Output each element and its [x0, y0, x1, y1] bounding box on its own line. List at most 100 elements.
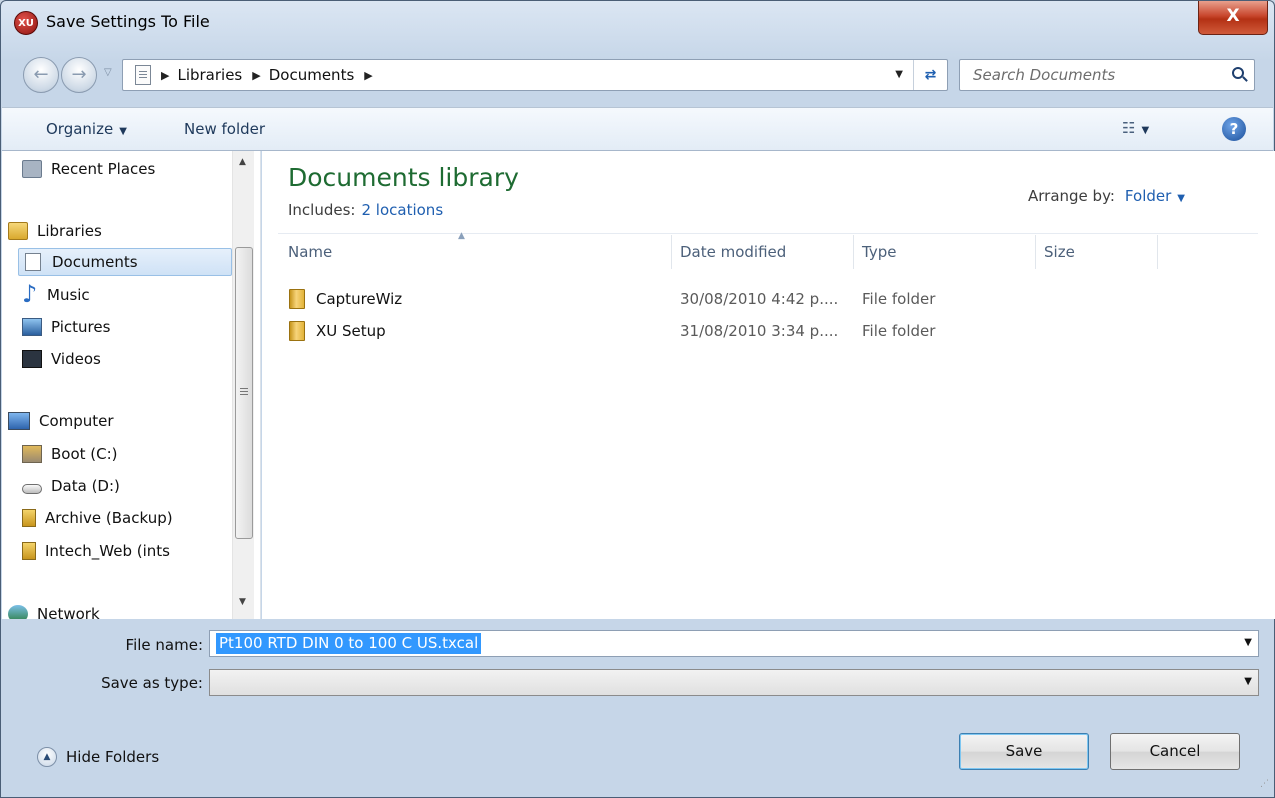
documents-icon [25, 253, 41, 271]
nav-item-data-d[interactable]: Data (D:) [18, 472, 120, 500]
help-icon[interactable]: ? [1222, 117, 1246, 141]
save-dialog-window: XU Save Settings To File X ← → ▽ ▶ Libra… [0, 0, 1275, 798]
recent-locations-chevron-icon[interactable]: ▽ [104, 67, 112, 78]
close-button[interactable]: X [1198, 1, 1268, 35]
address-bar[interactable]: ▶ Libraries ▶ Documents ▶ ▼ ⇄ [122, 59, 948, 91]
nav-item-pictures[interactable]: Pictures [18, 313, 110, 341]
nav-item-label: Libraries [37, 222, 102, 240]
save-as-type-label: Save as type: [101, 674, 203, 692]
nav-item-music[interactable]: Music [18, 280, 90, 309]
nav-item-documents[interactable]: Documents [18, 248, 232, 276]
search-box[interactable] [959, 59, 1255, 91]
title-bar[interactable]: XU Save Settings To File X [1, 1, 1274, 45]
organize-label: Organize [46, 120, 114, 138]
address-row: ← → ▽ ▶ Libraries ▶ Documents ▶ ▼ ⇄ [1, 45, 1274, 107]
chevron-down-icon[interactable]: ▼ [1177, 193, 1185, 204]
file-type: File folder [862, 290, 936, 308]
scroll-up-icon[interactable]: ▲ [239, 157, 246, 167]
folder-icon [289, 321, 305, 341]
file-row[interactable]: CaptureWiz 30/08/2010 4:42 p.... File fo… [280, 285, 980, 313]
documents-icon [135, 65, 151, 85]
nav-item-libraries[interactable]: Libraries [4, 217, 102, 245]
forward-button[interactable]: → [61, 57, 97, 93]
nav-item-videos[interactable]: Videos [18, 345, 101, 373]
nav-item-label: Recent Places [51, 160, 156, 178]
nav-item-boot-c[interactable]: Boot (C:) [18, 440, 118, 468]
scroll-grip-icon [240, 388, 248, 395]
new-folder-button[interactable]: New folder [184, 120, 265, 138]
drive-icon [22, 445, 42, 463]
arrange-by-label: Arrange by: [1028, 187, 1115, 205]
breadcrumb-documents[interactable]: Documents [269, 66, 355, 84]
resize-grip-icon[interactable]: ⋰ [1260, 779, 1269, 789]
cancel-button[interactable]: Cancel [1110, 733, 1240, 770]
chevron-up-icon: ▲ [37, 747, 57, 767]
file-name-input[interactable]: Pt100 RTD DIN 0 to 100 C US.txcal [216, 633, 482, 654]
breadcrumb-separator-icon[interactable]: ▶ [252, 69, 260, 82]
save-button[interactable]: Save [959, 733, 1089, 770]
network-drive-icon [22, 542, 36, 560]
column-header-size[interactable]: Size [1036, 235, 1158, 269]
libraries-icon [8, 222, 28, 240]
breadcrumb-libraries[interactable]: Libraries [177, 66, 242, 84]
nav-item-network[interactable]: Network [4, 600, 100, 619]
hide-folders-button[interactable]: ▲ Hide Folders [37, 747, 159, 767]
nav-item-computer[interactable]: Computer [4, 407, 114, 435]
music-icon [22, 280, 38, 308]
nav-item-label: Network [37, 605, 100, 619]
column-header-name[interactable]: Name [280, 235, 672, 269]
chevron-down-icon: ▼ [1141, 125, 1150, 136]
hide-folders-label: Hide Folders [66, 748, 160, 766]
file-date-modified: 31/08/2010 3:34 p.... [680, 322, 839, 340]
pictures-icon [22, 318, 42, 336]
scrollbar-thumb[interactable] [235, 247, 253, 539]
address-dropdown-icon[interactable]: ▼ [895, 69, 903, 80]
locations-link[interactable]: 2 locations [361, 201, 443, 219]
nav-item-label: Computer [39, 412, 114, 430]
nav-item-archive-backup[interactable]: Archive (Backup) [18, 504, 173, 532]
nav-item-label: Intech_Web (ints [45, 542, 170, 560]
app-logo-icon: XU [14, 11, 38, 35]
videos-icon [22, 350, 42, 368]
computer-icon [8, 412, 30, 430]
change-view-button[interactable]: ☷ ▼ [1122, 119, 1149, 137]
file-row[interactable]: XU Setup 31/08/2010 3:34 p.... File fold… [280, 317, 980, 345]
back-arrow-icon: ← [33, 64, 49, 85]
column-header-date-modified[interactable]: Date modified [672, 235, 854, 269]
search-icon[interactable] [1232, 67, 1244, 79]
nav-item-label: Archive (Backup) [45, 509, 173, 527]
recent-places-icon [22, 160, 42, 178]
file-name: XU Setup [316, 322, 386, 340]
save-as-type-select[interactable]: ▼ [209, 669, 1259, 696]
chevron-down-icon[interactable]: ▼ [1244, 637, 1252, 648]
details-view-icon: ☷ [1122, 119, 1136, 137]
scroll-down-icon[interactable]: ▼ [239, 597, 246, 607]
organize-button[interactable]: Organize ▼ [46, 120, 127, 138]
refresh-icon: ⇄ [924, 67, 937, 83]
nav-item-recent-places[interactable]: Recent Places [18, 155, 155, 183]
library-title: Documents library [288, 163, 519, 192]
refresh-button[interactable]: ⇄ [913, 60, 947, 90]
nav-item-label: Boot (C:) [51, 445, 118, 463]
library-includes: Includes: 2 locations [288, 201, 443, 219]
navigation-scrollbar[interactable]: ▲ ▼ [232, 151, 254, 619]
search-input[interactable] [960, 60, 1220, 90]
chevron-down-icon[interactable]: ▼ [1244, 676, 1252, 687]
file-name-label: File name: [125, 636, 203, 654]
nav-item-label: Data (D:) [51, 477, 120, 495]
arrange-by-dropdown[interactable]: Folder [1125, 187, 1171, 205]
arrange-by: Arrange by: Folder ▼ [1028, 187, 1185, 205]
close-icon: X [1226, 6, 1240, 26]
column-header-type[interactable]: Type [854, 235, 1036, 269]
nav-item-intech-web[interactable]: Intech_Web (ints [18, 537, 170, 565]
drive-icon [22, 484, 42, 494]
breadcrumb-separator-icon[interactable]: ▶ [364, 69, 372, 82]
network-drive-icon [22, 509, 36, 527]
network-icon [8, 605, 28, 619]
breadcrumb-separator-icon[interactable]: ▶ [161, 69, 169, 82]
includes-label: Includes: [288, 201, 356, 219]
forward-arrow-icon: → [71, 64, 87, 85]
nav-item-label: Pictures [51, 318, 111, 336]
back-button[interactable]: ← [23, 57, 59, 93]
file-name-combobox[interactable]: Pt100 RTD DIN 0 to 100 C US.txcal ▼ [209, 630, 1259, 657]
